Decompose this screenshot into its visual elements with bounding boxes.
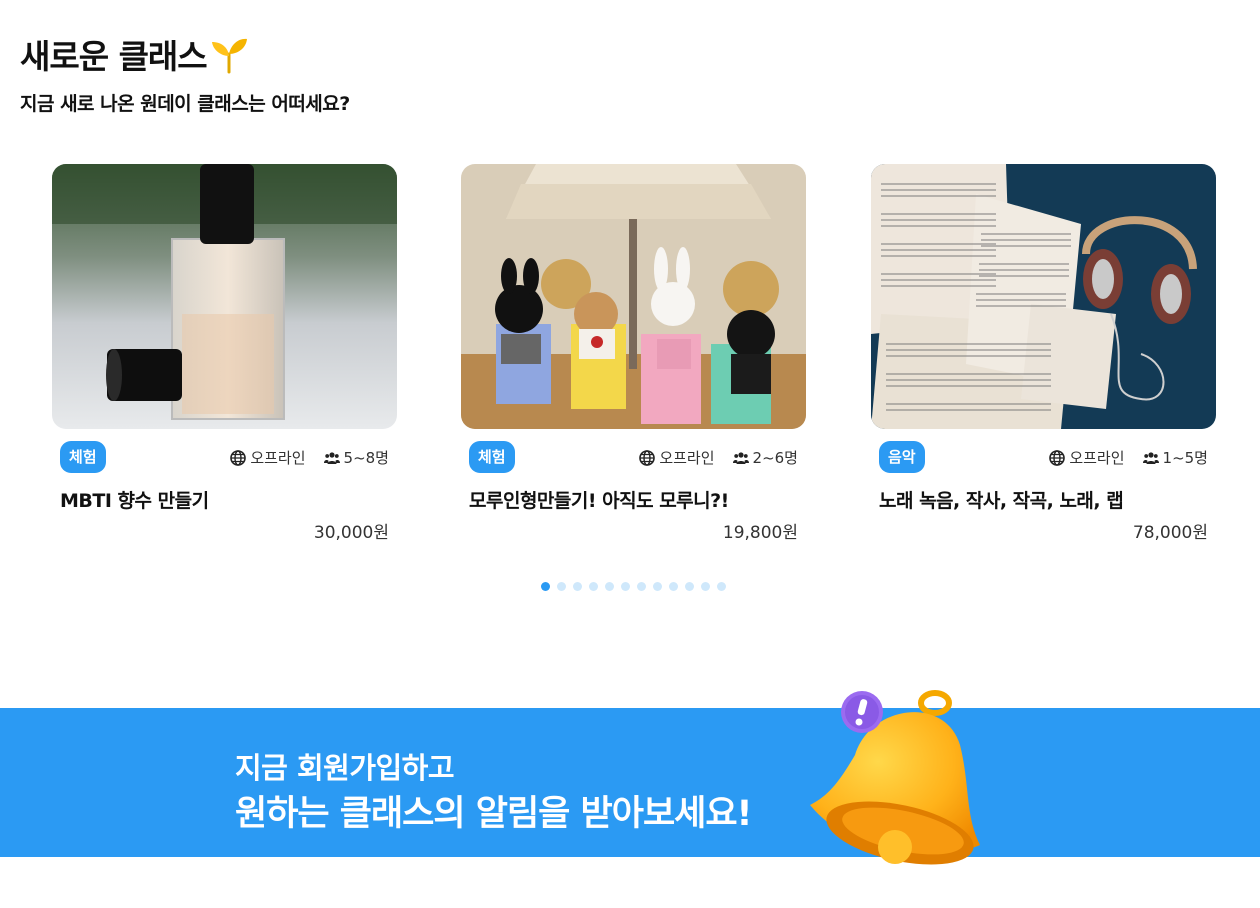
pagination-dot[interactable] (573, 582, 582, 591)
class-meta: 체험 오프라인 5~8명 (52, 441, 397, 477)
bell-icon (810, 690, 980, 865)
class-card[interactable]: 체험 오프라인 2~6명 모루인형만들기! 아직도 모루니?! 19,800원 (461, 164, 806, 543)
class-title[interactable]: 모루인형만들기! 아직도 모루니?! (469, 486, 729, 513)
pagination-dot[interactable] (701, 582, 710, 591)
pagination-dot[interactable] (557, 582, 566, 591)
globe-icon (1049, 449, 1066, 466)
people-label: 5~8명 (343, 449, 389, 467)
class-thumbnail[interactable] (871, 164, 1216, 429)
mode-info: 오프라인 (1049, 447, 1125, 468)
category-badge[interactable]: 체험 (469, 441, 515, 473)
banner-line-1: 지금 회원가입하고 (235, 751, 455, 785)
sprout-icon (211, 38, 247, 74)
class-card[interactable]: 체험 오프라인 5~8명 MBTI 향수 만들기 30,000원 (52, 164, 397, 543)
mode-info: 오프라인 (230, 447, 306, 468)
class-price: 78,000원 (1132, 523, 1208, 543)
people-label: 1~5명 (1162, 449, 1208, 467)
pagination-dot[interactable] (669, 582, 678, 591)
perfume-image (52, 164, 397, 429)
pagination-dot[interactable] (589, 582, 598, 591)
category-badge[interactable]: 음악 (879, 441, 925, 473)
section-subtitle: 지금 새로 나온 원데이 클래스는 어떠세요? (20, 93, 350, 115)
category-badge[interactable]: 체험 (60, 441, 106, 473)
mode-label: 오프라인 (659, 449, 715, 467)
people-label: 2~6명 (752, 449, 798, 467)
users-icon (732, 451, 749, 464)
people-info: 5~8명 (323, 447, 389, 468)
plush-dolls-image (461, 164, 806, 429)
class-card[interactable]: 음악 오프라인 1~5명 노래 녹음, 작사, 작곡, 노래, 랩 78,000… (871, 164, 1216, 543)
pagination-dot[interactable] (653, 582, 662, 591)
class-meta: 체험 오프라인 2~6명 (461, 441, 806, 477)
users-icon (1142, 451, 1159, 464)
pagination-dot[interactable] (621, 582, 630, 591)
carousel-pagination (541, 582, 733, 591)
music-headphones-image (871, 164, 1216, 429)
class-title[interactable]: MBTI 향수 만들기 (60, 486, 209, 513)
globe-icon (230, 449, 247, 466)
globe-icon (639, 449, 656, 466)
pagination-dot[interactable] (637, 582, 646, 591)
people-info: 2~6명 (732, 447, 798, 468)
mode-label: 오프라인 (250, 449, 306, 467)
pagination-dot[interactable] (605, 582, 614, 591)
mode-label: 오프라인 (1069, 449, 1125, 467)
pagination-dot[interactable] (685, 582, 694, 591)
users-icon (323, 451, 340, 464)
pagination-dot[interactable] (717, 582, 726, 591)
class-price: 19,800원 (722, 523, 798, 543)
class-title[interactable]: 노래 녹음, 작사, 작곡, 노래, 랩 (879, 486, 1124, 513)
section-title: 새로운 클래스 (20, 30, 249, 78)
class-thumbnail[interactable] (52, 164, 397, 429)
section-title-text: 새로운 클래스 (20, 37, 208, 76)
class-thumbnail[interactable] (461, 164, 806, 429)
mode-info: 오프라인 (639, 447, 715, 468)
banner-line-2: 원하는 클래스의 알림을 받아보세요! (235, 794, 753, 834)
pagination-dot[interactable] (541, 582, 550, 591)
class-meta: 음악 오프라인 1~5명 (871, 441, 1216, 477)
class-price: 30,000원 (313, 523, 389, 543)
people-info: 1~5명 (1142, 447, 1208, 468)
